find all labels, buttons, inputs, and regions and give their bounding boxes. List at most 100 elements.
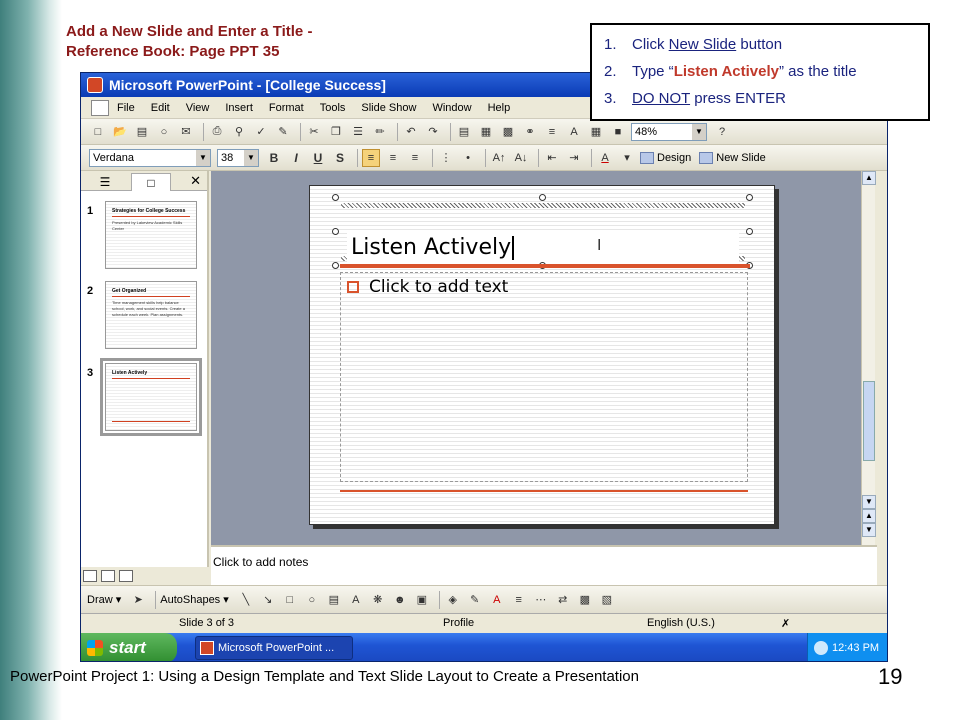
font-color-draw-icon[interactable]: A: [488, 591, 506, 609]
normal-view-icon[interactable]: [83, 570, 97, 582]
chevron-down-icon[interactable]: ▾: [618, 149, 636, 167]
font-name-combo[interactable]: Verdana ▼: [89, 148, 211, 167]
shadow-style-icon[interactable]: ▩: [576, 591, 594, 609]
decrease-indent-icon[interactable]: ⇤: [543, 149, 561, 167]
chevron-down-icon[interactable]: ▼: [244, 149, 258, 166]
color-grayscale-icon[interactable]: ■: [609, 123, 627, 141]
copy-icon[interactable]: ❐: [327, 123, 345, 141]
close-icon[interactable]: ✕: [190, 173, 201, 189]
tray-notification-icon[interactable]: [814, 641, 828, 655]
new-slide-button[interactable]: New Slide: [699, 151, 766, 164]
menu-view[interactable]: View: [186, 102, 210, 114]
align-center-icon[interactable]: ≡: [384, 149, 402, 167]
vertical-scrollbar[interactable]: ▲ ▼ ▲ ▼: [861, 171, 876, 551]
outline-tab[interactable]: ☰: [85, 173, 125, 191]
previous-slide-icon[interactable]: ▲: [862, 509, 876, 523]
chevron-down-icon[interactable]: ▼: [692, 123, 706, 140]
arrow-icon[interactable]: ↘: [259, 591, 277, 609]
resize-handle[interactable]: [332, 194, 339, 201]
diagram-icon[interactable]: ❋: [369, 591, 387, 609]
thumbnail-preview[interactable]: Listen Actively: [100, 358, 202, 436]
scroll-up-icon[interactable]: ▲: [862, 171, 876, 185]
rectangle-icon[interactable]: □: [281, 591, 299, 609]
show-grid-icon[interactable]: ▦: [587, 123, 605, 141]
document-icon[interactable]: [91, 99, 109, 116]
format-painter-icon[interactable]: ✏: [371, 123, 389, 141]
align-left-icon[interactable]: ≡: [362, 148, 380, 167]
menu-tools[interactable]: Tools: [320, 102, 346, 114]
cut-icon[interactable]: ✂: [305, 123, 323, 141]
menu-file[interactable]: File: [117, 102, 135, 114]
decrease-font-icon[interactable]: A↓: [512, 149, 530, 167]
expand-all-icon[interactable]: ≡: [543, 123, 561, 141]
title-placeholder[interactable]: Listen Actively I: [336, 198, 750, 266]
resize-handle[interactable]: [332, 228, 339, 235]
powerpoint-app-icon[interactable]: [87, 77, 103, 93]
zoom-combo[interactable]: 48% ▼: [631, 122, 707, 141]
design-button[interactable]: Design: [640, 151, 691, 164]
wordart-icon[interactable]: A: [347, 591, 365, 609]
slide-thumbnail-3[interactable]: 3 Listen Actively: [87, 358, 207, 436]
next-slide-icon[interactable]: ▼: [862, 523, 876, 537]
autoshapes-menu-button[interactable]: AutoShapes ▾: [160, 593, 229, 607]
taskbar-powerpoint-item[interactable]: Microsoft PowerPoint ...: [195, 636, 353, 660]
body-placeholder[interactable]: Click to add text: [340, 272, 748, 482]
bold-button[interactable]: B: [265, 149, 283, 167]
arrow-style-icon[interactable]: ⇄: [554, 591, 572, 609]
menu-slide-show[interactable]: Slide Show: [361, 102, 416, 114]
start-button[interactable]: start: [81, 633, 177, 661]
tables-borders-icon[interactable]: ▩: [499, 123, 517, 141]
menu-window[interactable]: Window: [432, 102, 471, 114]
show-formatting-icon[interactable]: A: [565, 123, 583, 141]
line-color-icon[interactable]: ✎: [466, 591, 484, 609]
thumbnail-preview[interactable]: Strategies for College Success Presented…: [105, 201, 197, 269]
slide-canvas[interactable]: Listen Actively I Click to add text: [309, 185, 775, 525]
slides-tab[interactable]: □: [131, 173, 171, 191]
menu-help[interactable]: Help: [488, 102, 511, 114]
save-icon[interactable]: ▤: [133, 123, 151, 141]
increase-font-icon[interactable]: A↑: [490, 149, 508, 167]
thumbnail-preview[interactable]: Get Organized Time management skills hel…: [105, 281, 197, 349]
fill-color-icon[interactable]: ◈: [444, 591, 462, 609]
spelling-icon[interactable]: ✓: [252, 123, 270, 141]
permission-icon[interactable]: ○: [155, 123, 173, 141]
underline-button[interactable]: U: [309, 149, 327, 167]
draw-menu-button[interactable]: Draw ▾: [87, 593, 121, 607]
menu-edit[interactable]: Edit: [151, 102, 170, 114]
increase-indent-icon[interactable]: ⇥: [565, 149, 583, 167]
insert-picture-icon[interactable]: ▣: [413, 591, 431, 609]
bullets-icon[interactable]: •: [459, 149, 477, 167]
text-box-icon[interactable]: ▤: [325, 591, 343, 609]
line-icon[interactable]: ╲: [237, 591, 255, 609]
insert-chart-icon[interactable]: ▤: [455, 123, 473, 141]
undo-icon[interactable]: ↶: [402, 123, 420, 141]
scroll-thumb[interactable]: [863, 381, 875, 461]
clip-art-icon[interactable]: ☻: [391, 591, 409, 609]
scroll-down-icon[interactable]: ▼: [862, 495, 876, 509]
research-icon[interactable]: ✎: [274, 123, 292, 141]
3d-style-icon[interactable]: ▧: [598, 591, 616, 609]
font-size-combo[interactable]: 38 ▼: [217, 148, 259, 167]
print-preview-icon[interactable]: ⚲: [230, 123, 248, 141]
shadow-button[interactable]: S: [331, 149, 349, 167]
line-style-icon[interactable]: ≡: [510, 591, 528, 609]
open-folder-icon[interactable]: 📂: [111, 123, 129, 141]
slide-thumbnail-2[interactable]: 2 Get Organized Time management skills h…: [87, 281, 207, 353]
menu-format[interactable]: Format: [269, 102, 304, 114]
font-color-icon[interactable]: A: [596, 149, 614, 167]
title-textbox[interactable]: Listen Actively: [347, 233, 739, 263]
oval-icon[interactable]: ○: [303, 591, 321, 609]
insert-table-icon[interactable]: ▦: [477, 123, 495, 141]
slide-thumbnail-1[interactable]: 1 Strategies for College Success Present…: [87, 201, 207, 273]
help-icon[interactable]: ?: [713, 123, 731, 141]
slide-sorter-view-icon[interactable]: [101, 570, 115, 582]
notes-pane[interactable]: Click to add notes: [211, 545, 877, 585]
numbering-icon[interactable]: ⋮: [437, 149, 455, 167]
paste-icon[interactable]: ☰: [349, 123, 367, 141]
menu-insert[interactable]: Insert: [225, 102, 253, 114]
resize-handle[interactable]: [746, 228, 753, 235]
italic-button[interactable]: I: [287, 149, 305, 167]
dash-style-icon[interactable]: ⋯: [532, 591, 550, 609]
insert-hyperlink-icon[interactable]: ⚭: [521, 123, 539, 141]
body-placeholder-text[interactable]: Click to add text: [347, 277, 508, 297]
